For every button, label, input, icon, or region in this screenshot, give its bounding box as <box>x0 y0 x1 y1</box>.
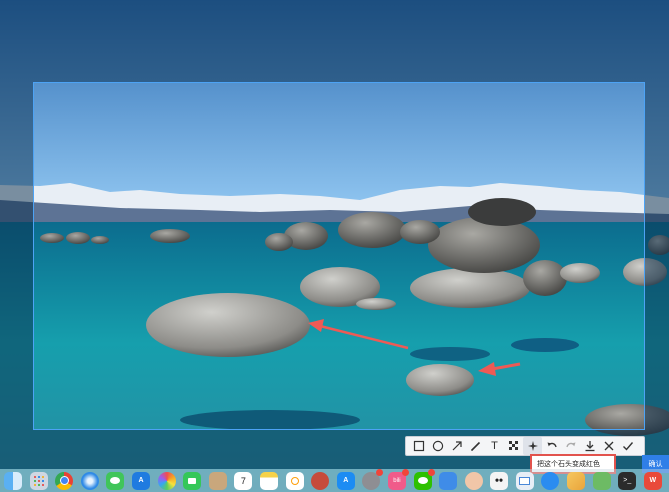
contacts-icon[interactable] <box>208 471 227 490</box>
rectangle-tool[interactable] <box>409 437 428 455</box>
chrome-icon[interactable] <box>55 471 74 490</box>
screenshot-dim-left <box>0 82 33 430</box>
ellipse-icon <box>432 440 443 452</box>
wechat-icon[interactable] <box>413 468 435 490</box>
annotation-toolbar: T <box>405 436 645 456</box>
calendar-icon[interactable]: 7 <box>234 471 253 490</box>
app-store-icon[interactable]: A <box>336 471 355 490</box>
notification-badge <box>376 468 384 476</box>
arrow-icon <box>452 441 462 451</box>
dock: A 7 A bili >_ W <box>0 468 669 492</box>
undo-icon <box>547 442 557 448</box>
download-icon <box>585 441 594 452</box>
arrow-tool[interactable] <box>447 437 466 455</box>
altstore-icon[interactable]: A <box>131 471 150 490</box>
launchpad-icon[interactable] <box>29 471 48 490</box>
reminders-icon[interactable] <box>285 471 304 490</box>
wps-icon[interactable]: W <box>643 471 662 490</box>
notes-icon[interactable] <box>259 471 278 490</box>
pen-tool[interactable] <box>466 437 485 455</box>
mosaic-tool[interactable] <box>504 437 523 455</box>
close-button[interactable] <box>599 437 618 455</box>
download-button[interactable] <box>580 437 599 455</box>
text-icon: T <box>491 440 498 452</box>
screenshot-dim-top <box>0 0 669 82</box>
ai-edit-tool[interactable] <box>523 437 542 455</box>
qq-icon[interactable] <box>541 471 560 490</box>
panda-icon[interactable] <box>490 471 509 490</box>
ai-icon <box>527 441 538 451</box>
mail-app-icon[interactable] <box>439 471 458 490</box>
terminal-icon[interactable]: >_ <box>618 471 637 490</box>
text-tool[interactable]: T <box>485 437 504 455</box>
facetime-icon[interactable] <box>183 471 202 490</box>
ellipse-tool[interactable] <box>428 437 447 455</box>
image-viewer-icon[interactable] <box>592 471 611 490</box>
bilibili-icon[interactable]: bili <box>387 468 409 490</box>
pen-icon <box>470 441 480 451</box>
settings-icon[interactable] <box>362 468 384 490</box>
confirm-check-button[interactable] <box>618 437 637 455</box>
close-icon <box>604 441 613 451</box>
photos-icon[interactable] <box>157 471 176 490</box>
check-icon <box>622 442 633 451</box>
mail-icon[interactable] <box>515 471 534 490</box>
mosaic-icon <box>508 441 518 450</box>
messages-icon[interactable] <box>106 471 125 490</box>
screenshot-dim-right <box>645 82 669 430</box>
notification-badge <box>401 468 409 476</box>
redo-icon <box>565 442 575 448</box>
finder-icon[interactable] <box>4 471 22 490</box>
rectangle-icon <box>413 440 424 452</box>
notification-badge <box>427 468 435 476</box>
avatar-app-icon[interactable] <box>464 471 483 490</box>
office-icon[interactable] <box>567 471 586 490</box>
safari-icon[interactable] <box>80 471 99 490</box>
photo-booth-icon[interactable] <box>311 471 330 490</box>
redo-button[interactable] <box>561 437 580 455</box>
undo-button[interactable] <box>542 437 561 455</box>
screenshot-selection[interactable] <box>33 82 645 430</box>
